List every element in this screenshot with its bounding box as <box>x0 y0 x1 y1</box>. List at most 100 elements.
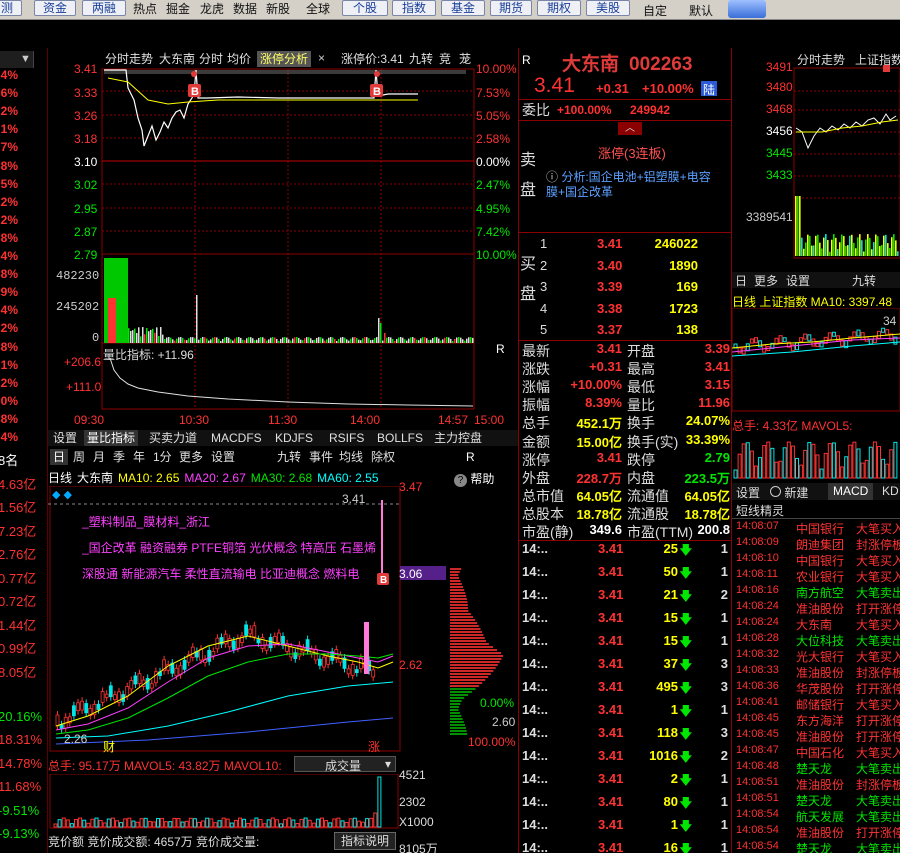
tab-period-5[interactable]: 1分 <box>150 449 175 465</box>
left-header[interactable]: ▼ <box>0 51 34 68</box>
news-row[interactable]: 14:08:47 中国石化 大笔买入 <box>734 744 900 760</box>
left-pct-item[interactable]: 1% <box>0 358 18 372</box>
news-stock[interactable]: 中国银行 <box>796 520 844 537</box>
left-pct-item[interactable]: 9% <box>0 285 18 299</box>
tab-period-9[interactable]: 事件 <box>306 449 336 465</box>
news-row[interactable]: 14:08:54 航天发展 大笔卖出 <box>734 808 900 824</box>
bid-row[interactable]: 4 3.38 1723 <box>540 301 730 323</box>
left-cap-item[interactable]: 0.77亿 <box>0 568 42 587</box>
news-stock[interactable]: 准油股份 <box>796 664 844 681</box>
left-cap-item[interactable]: 18.31% <box>0 732 42 747</box>
left-pct-item[interactable]: 8% <box>0 340 18 354</box>
news-row[interactable]: 14:08:33 准油股份 封涨停板 <box>734 664 900 680</box>
tab-macd[interactable]: MACD <box>828 483 874 500</box>
left-pct-item[interactable]: 8% <box>0 231 18 245</box>
toolbar-button-margin[interactable]: 两融 <box>82 0 126 16</box>
tab-nine-turn-2[interactable]: 九转 <box>852 272 876 289</box>
left-cap-item[interactable]: 20.16% <box>0 709 42 724</box>
news-stock[interactable]: 楚天龙 <box>796 792 832 809</box>
left-pct-item[interactable]: 8% <box>0 412 18 426</box>
volume-select[interactable]: 成交量 ▾ <box>294 756 396 773</box>
left-pct-item[interactable]: 1% <box>0 122 18 136</box>
tab-period-8[interactable]: 九转 <box>274 449 304 465</box>
toolbar-hot[interactable]: 热点 <box>133 0 157 18</box>
tab-settings-2[interactable]: 设置 <box>786 272 810 289</box>
help-button[interactable]: ? 帮助 <box>454 470 494 487</box>
left-pct-item[interactable]: 4% <box>0 68 18 82</box>
limit-mark[interactable]: 涨 <box>368 738 380 755</box>
news-row[interactable]: 14:08:24 准油股份打开涨停板 <box>734 600 900 616</box>
tab-main-control[interactable]: 主力控盘 <box>431 430 485 446</box>
toolbar-button-us[interactable]: 美股 <box>586 0 630 16</box>
left-pct-item[interactable]: 8% <box>0 267 18 281</box>
toolbar-button-stock[interactable]: 个股 <box>342 0 388 16</box>
left-pct-item[interactable]: 2% <box>0 104 18 118</box>
news-row[interactable]: 14:08:28 大位科技 大笔卖出 <box>734 632 900 648</box>
news-stock[interactable]: 准油股份 <box>796 728 844 745</box>
tab-period-11[interactable]: 除权 <box>368 449 398 465</box>
toolbar-ipo[interactable]: 新股 <box>266 0 290 18</box>
news-stock[interactable]: 中国银行 <box>796 552 844 569</box>
left-cap-item[interactable]: 14.78% <box>0 756 42 771</box>
news-stock[interactable]: 光大银行 <box>796 648 844 665</box>
toolbar-custom[interactable]: 自定 <box>643 2 667 20</box>
left-pct-item[interactable]: 4% <box>0 430 18 444</box>
left-cap-item[interactable]: 2.76亿 <box>0 544 42 563</box>
kline-chart[interactable]: B <box>48 486 518 752</box>
indicator-help-button[interactable]: 指标说明 <box>334 832 396 850</box>
left-cap-item[interactable]: 7.23亿 <box>0 521 42 540</box>
tab-bollfs[interactable]: BOLLFS <box>374 430 426 446</box>
news-row[interactable]: 14:08:09 朗迪集团 封涨停板 <box>734 536 900 552</box>
toolbar-button-futures[interactable]: 期货 <box>490 0 532 16</box>
news-stock[interactable]: 准油股份 <box>796 776 844 793</box>
news-row[interactable]: 14:08:16 南方航空 大笔卖出 <box>734 584 900 600</box>
news-stock[interactable]: 准油股份 <box>796 600 844 617</box>
left-pct-item[interactable]: 2% <box>0 213 18 227</box>
news-stock[interactable]: 南方航空 <box>796 584 844 601</box>
news-stock[interactable]: 邮储银行 <box>796 696 844 713</box>
news-stock[interactable]: 准油股份 <box>796 824 844 841</box>
tab-settings[interactable]: 设置 <box>50 430 80 446</box>
toolbar-button-options[interactable]: 期权 <box>537 0 581 16</box>
intraday-chart[interactable]: B B 3.41 3.33 3.26 3.18 3.10 3.02 2.95 2.87 2.79… <box>48 48 518 430</box>
news-row[interactable]: 14:08:36 华茂股份打开涨停板 <box>734 680 900 696</box>
tab-volume-ratio[interactable]: 量比指标 <box>84 430 139 446</box>
tab-period-7[interactable]: 设置 <box>208 449 238 465</box>
bid-row[interactable]: 1 3.41 246022 <box>540 236 730 258</box>
toolbar-button-funds[interactable]: 资金 <box>34 0 76 16</box>
toolbar-dig[interactable]: 掘金 <box>166 0 190 18</box>
tab-period-2[interactable]: 月 <box>90 449 108 465</box>
toolbar-lhb[interactable]: 龙虎 <box>200 0 224 18</box>
news-row[interactable]: 14:08:10 中国银行 大笔买入 <box>734 552 900 568</box>
tab-more[interactable]: 更多 <box>754 272 778 289</box>
tab-buy-sell-force[interactable]: 买卖力道 <box>146 430 200 446</box>
tab-period-0[interactable]: 日 <box>50 449 69 465</box>
new-button[interactable]: 新建 <box>770 484 808 501</box>
news-stock[interactable]: 航天发展 <box>796 808 844 825</box>
left-pct-item[interactable]: 8% <box>0 159 18 173</box>
news-row[interactable]: 14:08:51 准油股份 封涨停板 <box>734 776 900 792</box>
tab-period-6[interactable]: 更多 <box>176 449 206 465</box>
tab-period-3[interactable]: 季 <box>110 449 128 465</box>
news-stock[interactable]: 华茂股份 <box>796 680 844 697</box>
collapse-icon[interactable]: ︿ <box>618 122 642 135</box>
analysis-text[interactable]: ⓘ 分析:国企电池+铝塑膜+电容膜+国企改革 <box>546 170 722 200</box>
news-row[interactable]: 14:08:11 农业银行 大笔买入 <box>734 568 900 584</box>
tab-day[interactable]: 日 <box>735 272 747 289</box>
tab-period-1[interactable]: 周 <box>70 449 88 465</box>
news-row[interactable]: 14:08:07 中国银行 大笔买入 <box>734 520 900 536</box>
toolbar-button-fund[interactable]: 基金 <box>441 0 485 16</box>
news-stock[interactable]: 农业银行 <box>796 568 844 585</box>
toolbar-button-index[interactable]: 指数 <box>392 0 436 16</box>
left-pct-item[interactable]: 4% <box>0 249 18 263</box>
left-cap-item[interactable]: 11.68% <box>0 779 42 794</box>
left-cap-item[interactable]: 1.56亿 <box>0 497 42 516</box>
finance-mark[interactable]: 财 <box>103 738 115 755</box>
news-stock[interactable]: 大东南 <box>796 616 832 633</box>
left-pct-item[interactable]: 6% <box>0 86 18 100</box>
news-row[interactable]: 14:08:54 楚天龙 大笔卖出 <box>734 840 900 853</box>
tab-kdjfs[interactable]: KDJFS <box>272 430 316 446</box>
left-pct-item[interactable]: 2% <box>0 376 18 390</box>
left-cap-item[interactable]: 8名 <box>0 450 42 469</box>
left-cap-item[interactable]: -9.51% <box>0 803 42 818</box>
